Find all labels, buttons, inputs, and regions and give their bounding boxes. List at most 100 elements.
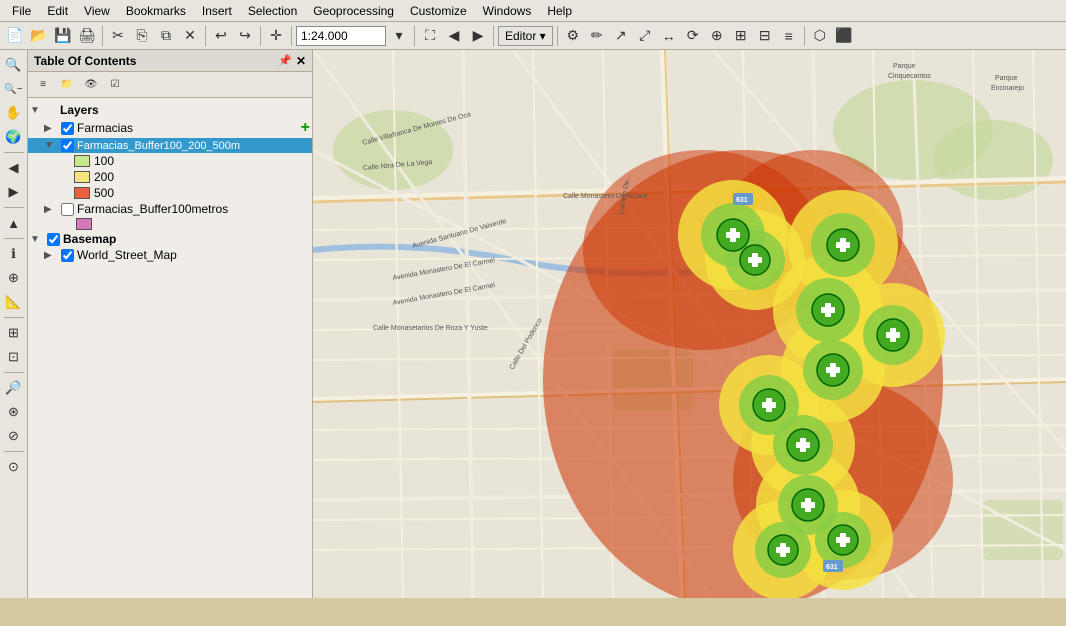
pan-btn[interactable]: ✋ [3, 102, 25, 124]
svg-text:Parque: Parque [893, 63, 916, 70]
toc-farmacias-expand[interactable]: ▶ [44, 123, 58, 134]
route-btn[interactable]: ⊘ [3, 425, 25, 447]
menu-windows[interactable]: Windows [475, 2, 540, 20]
toc-buffer-expand[interactable]: ▼ [44, 140, 58, 151]
toc-buffer-label: Farmacias_Buffer100_200_500m [77, 140, 310, 152]
menu-customize[interactable]: Customize [402, 2, 475, 20]
toc-buffer-checkbox[interactable] [61, 139, 74, 152]
t6[interactable]: ⟳ [682, 25, 704, 47]
toc-100-label: 100 [94, 154, 310, 168]
geocode-btn[interactable]: ⊛ [3, 401, 25, 423]
t3[interactable]: ↗ [610, 25, 632, 47]
open-btn[interactable]: 📂 [28, 25, 50, 47]
toc-layers-group[interactable]: ▼ Layers [28, 102, 312, 118]
t8[interactable]: ⊞ [730, 25, 752, 47]
toc-buffer100-expand[interactable]: ▶ [44, 204, 58, 215]
t10[interactable]: ≡ [778, 25, 800, 47]
fwd-btn[interactable]: ▶ [3, 181, 25, 203]
tool-sep3 [4, 238, 24, 239]
zoom-out-btn[interactable]: 🔍− [3, 78, 25, 100]
toc-buffer100-swatch [76, 218, 92, 230]
t9[interactable]: ⊟ [754, 25, 776, 47]
toc-farmacias-checkbox[interactable] [61, 122, 74, 135]
tool-sep4 [4, 317, 24, 318]
edit2-btn[interactable]: ⊙ [3, 456, 25, 478]
menu-insert[interactable]: Insert [194, 2, 240, 20]
menu-bookmarks[interactable]: Bookmarks [118, 2, 194, 20]
toc-200-row: 200 [28, 169, 312, 185]
toc-close-btn[interactable]: ✕ [296, 54, 306, 68]
editor-btn[interactable]: Editor ▾ [498, 26, 553, 46]
toc-list-btn[interactable]: ≡ [32, 74, 54, 96]
select-tool-btn[interactable]: ▲ [3, 212, 25, 234]
t2[interactable]: ✏ [586, 25, 608, 47]
toc-sel-btn[interactable]: ☑ [104, 74, 126, 96]
toc-basemap-row[interactable]: ▼ Basemap [28, 231, 312, 247]
toc-200-swatch [74, 171, 90, 183]
t12[interactable]: ⬛ [833, 25, 855, 47]
t7[interactable]: ⊕ [706, 25, 728, 47]
toc-basemap-checkbox[interactable] [47, 233, 60, 246]
scale-value: 1:24.000 [301, 29, 348, 43]
toc-wsm-checkbox[interactable] [61, 249, 74, 262]
toc-vis-btn[interactable]: 👁 [80, 74, 102, 96]
t5[interactable]: ↔ [658, 25, 680, 47]
identify-btn[interactable]: ℹ [3, 243, 25, 265]
measure-btn[interactable]: 📐 [3, 291, 25, 313]
toc-wsm-row[interactable]: ▶ World_Street_Map [28, 247, 312, 263]
zoom-full-btn[interactable]: ⛶ [419, 25, 441, 47]
xy-btn[interactable]: ⊡ [3, 346, 25, 368]
new-btn[interactable]: 📄 [4, 25, 26, 47]
zoom-next-btn[interactable]: ▶ [467, 25, 489, 47]
search-tool-btn[interactable]: 🔎 [3, 377, 25, 399]
menu-view[interactable]: View [76, 2, 118, 20]
toc-layers-expand[interactable]: ▼ [30, 105, 44, 116]
toc-200-label: 200 [94, 170, 310, 184]
cut-btn[interactable]: ✂ [107, 25, 129, 47]
toc-buffer100-checkbox[interactable] [61, 203, 74, 216]
menu-file[interactable]: File [4, 2, 39, 20]
toc-buffer100-row[interactable]: ▶ Farmacias_Buffer100metros [28, 201, 312, 217]
zoom-in-btn[interactable]: 🔍 [3, 54, 25, 76]
toc-title: Table Of Contents [34, 54, 136, 68]
t11[interactable]: ⬡ [809, 25, 831, 47]
menu-selection[interactable]: Selection [240, 2, 305, 20]
sep8 [804, 26, 805, 46]
pharmacy-7 [753, 389, 785, 421]
pharmacy-5 [817, 354, 849, 386]
undo-btn[interactable]: ↩ [210, 25, 232, 47]
toc-farmacias-row[interactable]: ▶ Farmacias + [28, 118, 312, 138]
full-extent-btn[interactable]: 🌍 [3, 126, 25, 148]
toolbar-main: 📄 📂 💾 🖨 ✂ ⎘ ⧉ ✕ ↩ ↪ ✛ 1:24.000 ▾ ⛶ ◀ ▶ E… [0, 22, 1066, 50]
toc-source-btn[interactable]: 📁 [56, 74, 78, 96]
toc-pin-btn[interactable]: 📌 [278, 54, 292, 68]
copy-btn[interactable]: ⎘ [131, 25, 153, 47]
redo-btn[interactable]: ↪ [234, 25, 256, 47]
find-btn[interactable]: ⊕ [3, 267, 25, 289]
paste-btn[interactable]: ⧉ [155, 25, 177, 47]
toc-wsm-expand[interactable]: ▶ [44, 250, 58, 261]
zoom-prev-btn[interactable]: ◀ [443, 25, 465, 47]
delete-btn[interactable]: ✕ [179, 25, 201, 47]
layer-btn[interactable]: ⊞ [3, 322, 25, 344]
menu-edit[interactable]: Edit [39, 2, 76, 20]
scale-dropdown-btn[interactable]: ▾ [388, 25, 410, 47]
toc-basemap-expand[interactable]: ▼ [30, 234, 44, 245]
back-btn[interactable]: ◀ [3, 157, 25, 179]
pharmacy-1 [717, 219, 749, 251]
toc-farmacias-add[interactable]: + [301, 119, 310, 137]
sep1 [102, 26, 103, 46]
t1[interactable]: ⚙ [562, 25, 584, 47]
move-btn[interactable]: ✛ [265, 25, 287, 47]
tool-sep1 [4, 152, 24, 153]
pharmacy-10 [768, 535, 798, 565]
pharmacy-9 [792, 489, 824, 521]
menu-help[interactable]: Help [539, 2, 580, 20]
print-btn[interactable]: 🖨 [76, 25, 98, 47]
menu-geoprocessing[interactable]: Geoprocessing [305, 2, 402, 20]
save-btn[interactable]: 💾 [52, 25, 74, 47]
map-area[interactable]: Calle Villafranca De Montes De Oca Calle… [313, 50, 1066, 598]
toc-buffer-row[interactable]: ▼ Farmacias_Buffer100_200_500m [28, 138, 312, 153]
scale-box[interactable]: 1:24.000 [296, 26, 386, 46]
t4[interactable]: ⤢ [634, 25, 656, 47]
